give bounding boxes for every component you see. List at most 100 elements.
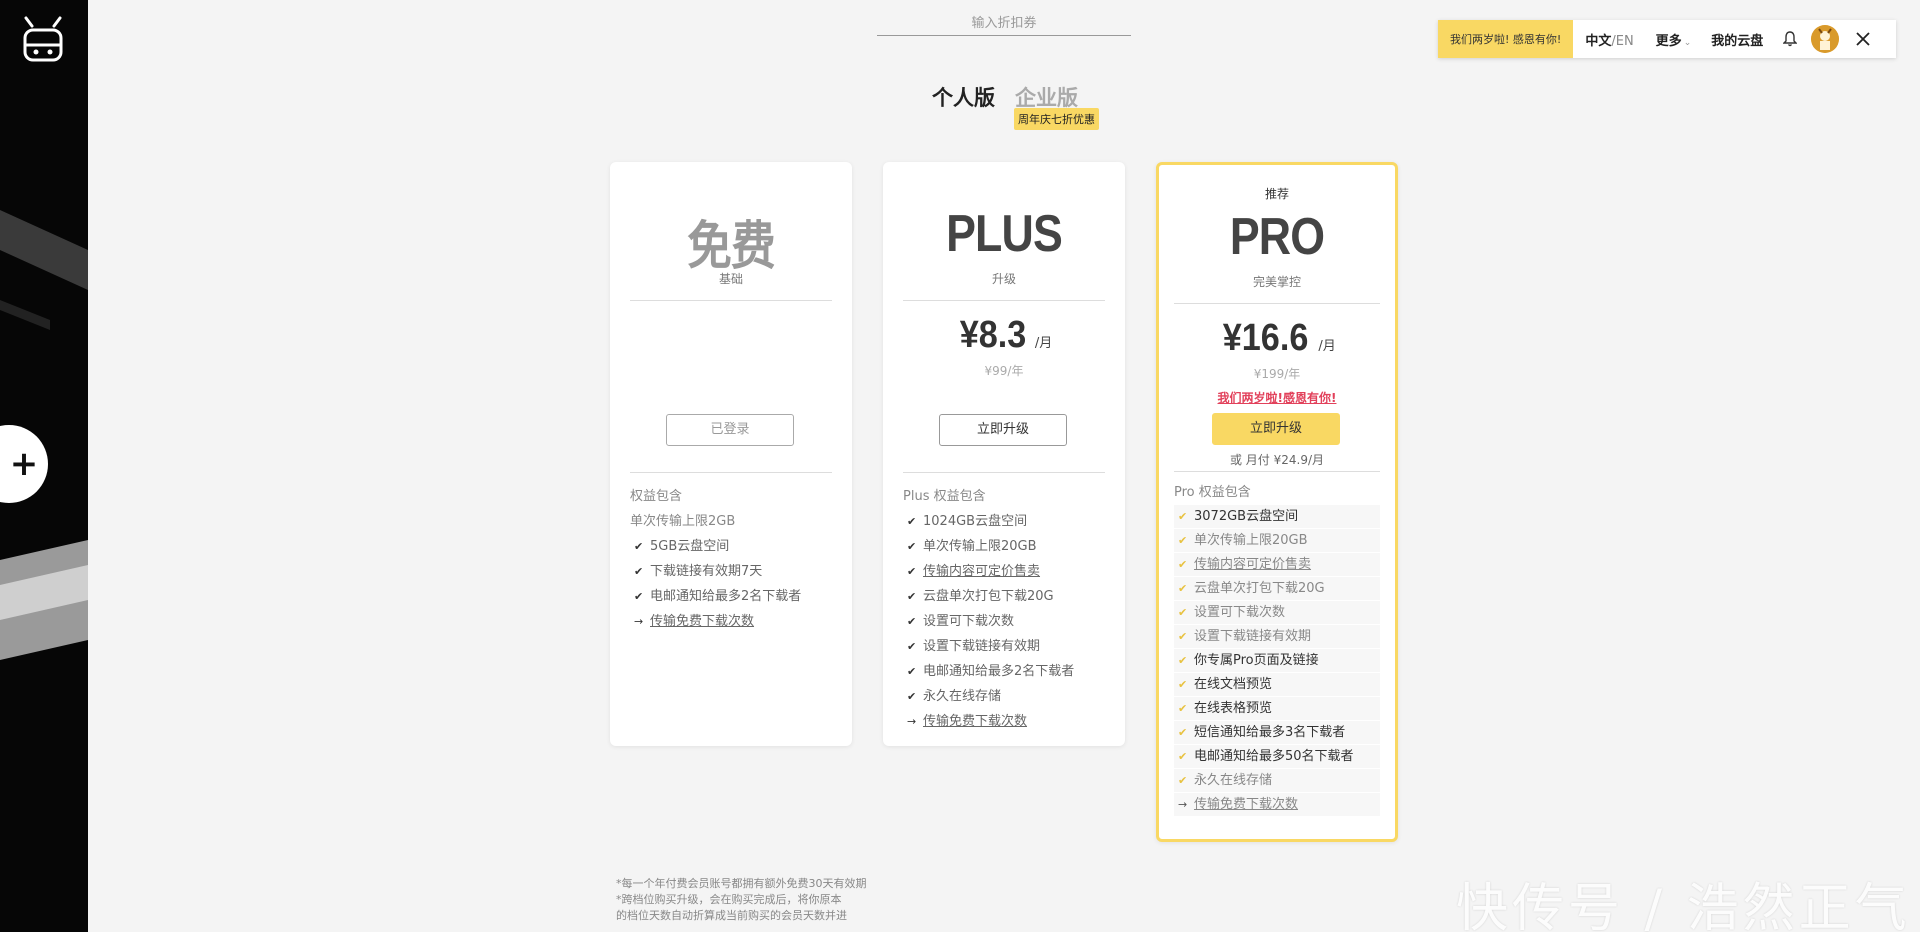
check-icon: ✔	[634, 565, 644, 578]
feature-list: 权益包含 单次传输上限2GB ✔ 5GB云盘空间 ✔ 下载链接有效期7天 ✔ 电邮通知…	[630, 484, 832, 634]
footnote-line: *跨档位购买升级，会在购买完成后，将你原本	[616, 893, 842, 906]
price-unit: /月	[1034, 336, 1053, 351]
free-download-link[interactable]: 传输免费下载次数	[650, 614, 754, 629]
pricing-link[interactable]: 传输内容可定价售卖	[1194, 557, 1311, 572]
divider	[1174, 303, 1380, 304]
check-icon: ✔	[907, 665, 917, 678]
feature-item: ✔ 设置下载链接有效期	[903, 634, 1105, 659]
check-icon: ✔	[907, 515, 917, 528]
anniversary-promo-link[interactable]: 我们两岁啦!感恩有你!	[1174, 389, 1380, 406]
check-icon: ✔	[907, 590, 917, 603]
check-icon: ✔	[907, 690, 917, 703]
feature-item: ✔ 1024GB云盘空间	[903, 509, 1105, 534]
price-value: ¥16.6	[1222, 317, 1309, 359]
feature-item[interactable]: ✔ 传输内容可定价售卖	[903, 559, 1105, 584]
feature-item[interactable]: ✔ 传输内容可定价售卖	[1174, 553, 1380, 577]
price-unit: /月	[1318, 339, 1336, 354]
feature-item: ✔ 永久在线存储	[903, 684, 1105, 709]
plan-name: PLUS	[946, 205, 1063, 263]
monthly-price[interactable]: 或 月付 ¥24.9/月	[1174, 451, 1380, 468]
plan-card-plus: PLUS 升级 ¥8.3 /月 ¥99/年 立即升级 Plus 权益包含 ✔ 10…	[883, 162, 1125, 746]
check-icon: ✔	[1178, 534, 1188, 547]
feature-item: ✔ 设置可下载次数	[1174, 601, 1380, 625]
more-label: 更多	[1655, 33, 1682, 49]
feature-item[interactable]: → 传输免费下载次数	[1174, 793, 1380, 817]
upgrade-pro-button[interactable]: 立即升级	[1212, 413, 1340, 445]
lang-cn: 中文	[1585, 33, 1612, 49]
plan-subtitle: 升级	[991, 272, 1016, 286]
feature-list: Plus 权益包含 ✔ 1024GB云盘空间 ✔ 单次传输上限20GB ✔ 传输内容可…	[903, 484, 1105, 734]
lang-en: /EN	[1611, 33, 1634, 49]
footnote-line: *每一个年付费会员账号都拥有额外免费30天有效期	[616, 877, 867, 890]
check-icon: ✔	[907, 615, 917, 628]
pricing-link[interactable]: 传输内容可定价售卖	[923, 564, 1040, 579]
yearly-price: ¥99/年	[984, 364, 1024, 378]
feature-item: ✔ 5GB云盘空间	[630, 534, 832, 559]
anniversary-promo-link[interactable]: 我们两岁啦! 感恩有你!	[1438, 20, 1574, 58]
footnote: *每一个年付费会员账号都拥有额外免费30天有效期 *跨档位购买升级，会在购买完成…	[616, 876, 896, 924]
language-switch[interactable]: 中文/EN	[1585, 30, 1633, 49]
price: ¥8.3 /月	[903, 314, 1105, 357]
divider	[1174, 471, 1380, 472]
divider	[903, 300, 1105, 301]
arrow-right-icon: →	[634, 615, 644, 628]
features-heading: 权益包含	[630, 489, 683, 504]
feature-item: ✔ 永久在线存储	[1174, 769, 1380, 793]
watermark: 快传号 / 浩然正气	[1456, 879, 1911, 932]
logged-in-button[interactable]: 已登录	[666, 414, 794, 446]
arrow-right-icon: →	[1178, 798, 1188, 811]
check-icon: ✔	[907, 640, 917, 653]
feature-item: ✔ 单次传输上限20GB	[1174, 529, 1380, 553]
price: ¥16.6 /月	[1174, 317, 1380, 360]
check-icon: ✔	[1178, 702, 1188, 715]
feature-item: ✔ 下载链接有效期7天	[630, 559, 832, 584]
feature-item: ✔ 设置可下载次数	[903, 609, 1105, 634]
features-heading: Plus 权益包含	[903, 489, 986, 504]
divider	[630, 300, 832, 301]
logo-icon[interactable]	[22, 16, 64, 66]
yearly-price: ¥199/年	[1253, 367, 1301, 381]
check-icon: ✔	[1178, 630, 1188, 643]
plan-card-pro: 推荐 PRO 完美掌控 ¥16.6 /月 ¥199/年 我们两岁啦!感恩有你! …	[1156, 162, 1398, 842]
bell-icon[interactable]	[1783, 31, 1798, 47]
plan-subtitle: 完美掌控	[1252, 275, 1301, 289]
tab-personal[interactable]: 个人版	[932, 82, 995, 112]
check-icon: ✔	[634, 590, 644, 603]
check-icon: ✔	[1178, 654, 1188, 667]
check-icon: ✔	[1178, 582, 1188, 595]
recommend-label: 推荐	[1264, 187, 1289, 201]
arrow-right-icon: →	[907, 715, 917, 728]
upgrade-plus-button[interactable]: 立即升级	[939, 414, 1067, 446]
check-icon: ✔	[1178, 726, 1188, 739]
check-icon: ✔	[1178, 774, 1188, 787]
check-icon: ✔	[634, 540, 644, 553]
feature-item: ✔ 电邮通知给最多2名下载者	[630, 584, 832, 609]
feature-item: ✔ 单次传输上限20GB	[903, 534, 1105, 559]
feature-item: ✔ 云盘单次打包下载20G	[903, 584, 1105, 609]
divider	[630, 472, 832, 473]
free-download-link[interactable]: 传输免费下载次数	[1194, 797, 1298, 812]
discount-badge: 周年庆七折优惠	[1014, 108, 1099, 130]
my-cloud-link[interactable]: 我的云盘	[1711, 30, 1763, 49]
plan-name: 免费	[687, 218, 776, 276]
price-value: ¥8.3	[959, 314, 1027, 356]
plus-icon: +	[9, 444, 39, 484]
feature-item: ✔ 3072GB云盘空间	[1174, 505, 1380, 529]
more-menu[interactable]: 更多 ⌄	[1656, 30, 1692, 49]
free-download-link[interactable]: 传输免费下载次数	[923, 714, 1027, 729]
feature-item: ✔ 短信通知给最多3名下载者	[1174, 721, 1380, 745]
coupon-input[interactable]	[877, 12, 1131, 36]
check-icon: ✔	[907, 565, 917, 578]
chevron-down-icon: ⌄	[1683, 37, 1692, 48]
feature-item[interactable]: → 传输免费下载次数	[903, 709, 1105, 734]
feature-item: ✔ 电邮通知给最多50名下载者	[1174, 745, 1380, 769]
feature-list: Pro 权益包含 ✔ 3072GB云盘空间 ✔ 单次传输上限20GB ✔ 传输内容可定…	[1174, 481, 1380, 817]
features-intro: 单次传输上限2GB	[630, 514, 736, 529]
avatar[interactable]	[1811, 25, 1840, 53]
top-bar: 我们两岁啦! 感恩有你! 中文/EN 更多 ⌄ 我的云盘	[1438, 20, 1896, 58]
feature-item: ✔ 在线表格预览	[1174, 697, 1380, 721]
plan-subtitle: 基础	[718, 272, 743, 286]
feature-item[interactable]: → 传输免费下载次数	[630, 609, 832, 634]
close-icon[interactable]	[1855, 31, 1871, 47]
check-icon: ✔	[1178, 678, 1188, 691]
